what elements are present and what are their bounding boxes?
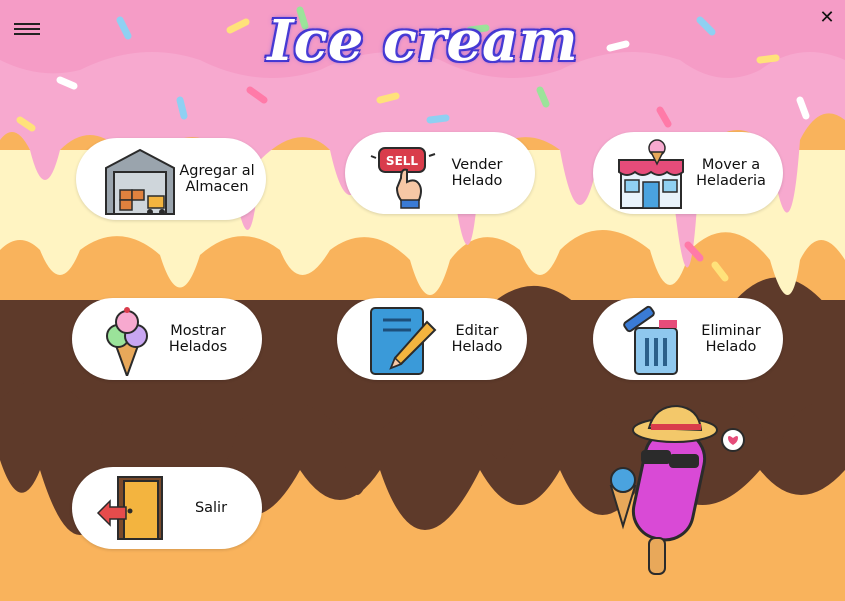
salir-label: Salir — [194, 500, 228, 516]
popsicle-mascot-illustration — [609, 404, 745, 575]
mostrar-label: Mostrar Helados — [168, 323, 228, 355]
editar-helado-button[interactable]: Editar Helado — [337, 298, 527, 380]
mover-a-heladeria-button[interactable]: Mover a Heladeria — [593, 132, 783, 214]
salir-button[interactable]: Salir — [72, 467, 262, 549]
svg-text:SELL: SELL — [386, 154, 418, 168]
mover-label: Mover a Heladeria — [696, 157, 766, 189]
ice-cream-cone-icon — [106, 307, 148, 376]
agregar-al-almacen-button[interactable]: Agregar al Almacen — [76, 138, 266, 220]
eliminar-label: Eliminar Helado — [701, 323, 761, 355]
vender-label: Vender Helado — [451, 157, 503, 189]
warehouse-icon — [105, 148, 175, 215]
agregar-label: Agregar al Almacen — [179, 163, 255, 195]
app-title: Ice cream — [267, 8, 578, 74]
trash-can-icon — [623, 305, 678, 375]
close-icon[interactable]: ✕ — [817, 8, 837, 28]
exit-door-icon — [96, 476, 163, 540]
mostrar-helados-button[interactable]: Mostrar Helados — [72, 298, 262, 380]
hamburger-menu-icon[interactable] — [14, 20, 40, 40]
eliminar-helado-button[interactable]: Eliminar Helado — [593, 298, 783, 380]
vender-helado-button[interactable]: SELL Vender Helado — [345, 132, 535, 214]
ice-cream-shop-icon — [618, 139, 684, 209]
editar-label: Editar Helado — [451, 323, 503, 355]
sell-button-hand-icon: SELL — [370, 147, 436, 209]
edit-notebook-pencil-icon — [370, 307, 437, 375]
